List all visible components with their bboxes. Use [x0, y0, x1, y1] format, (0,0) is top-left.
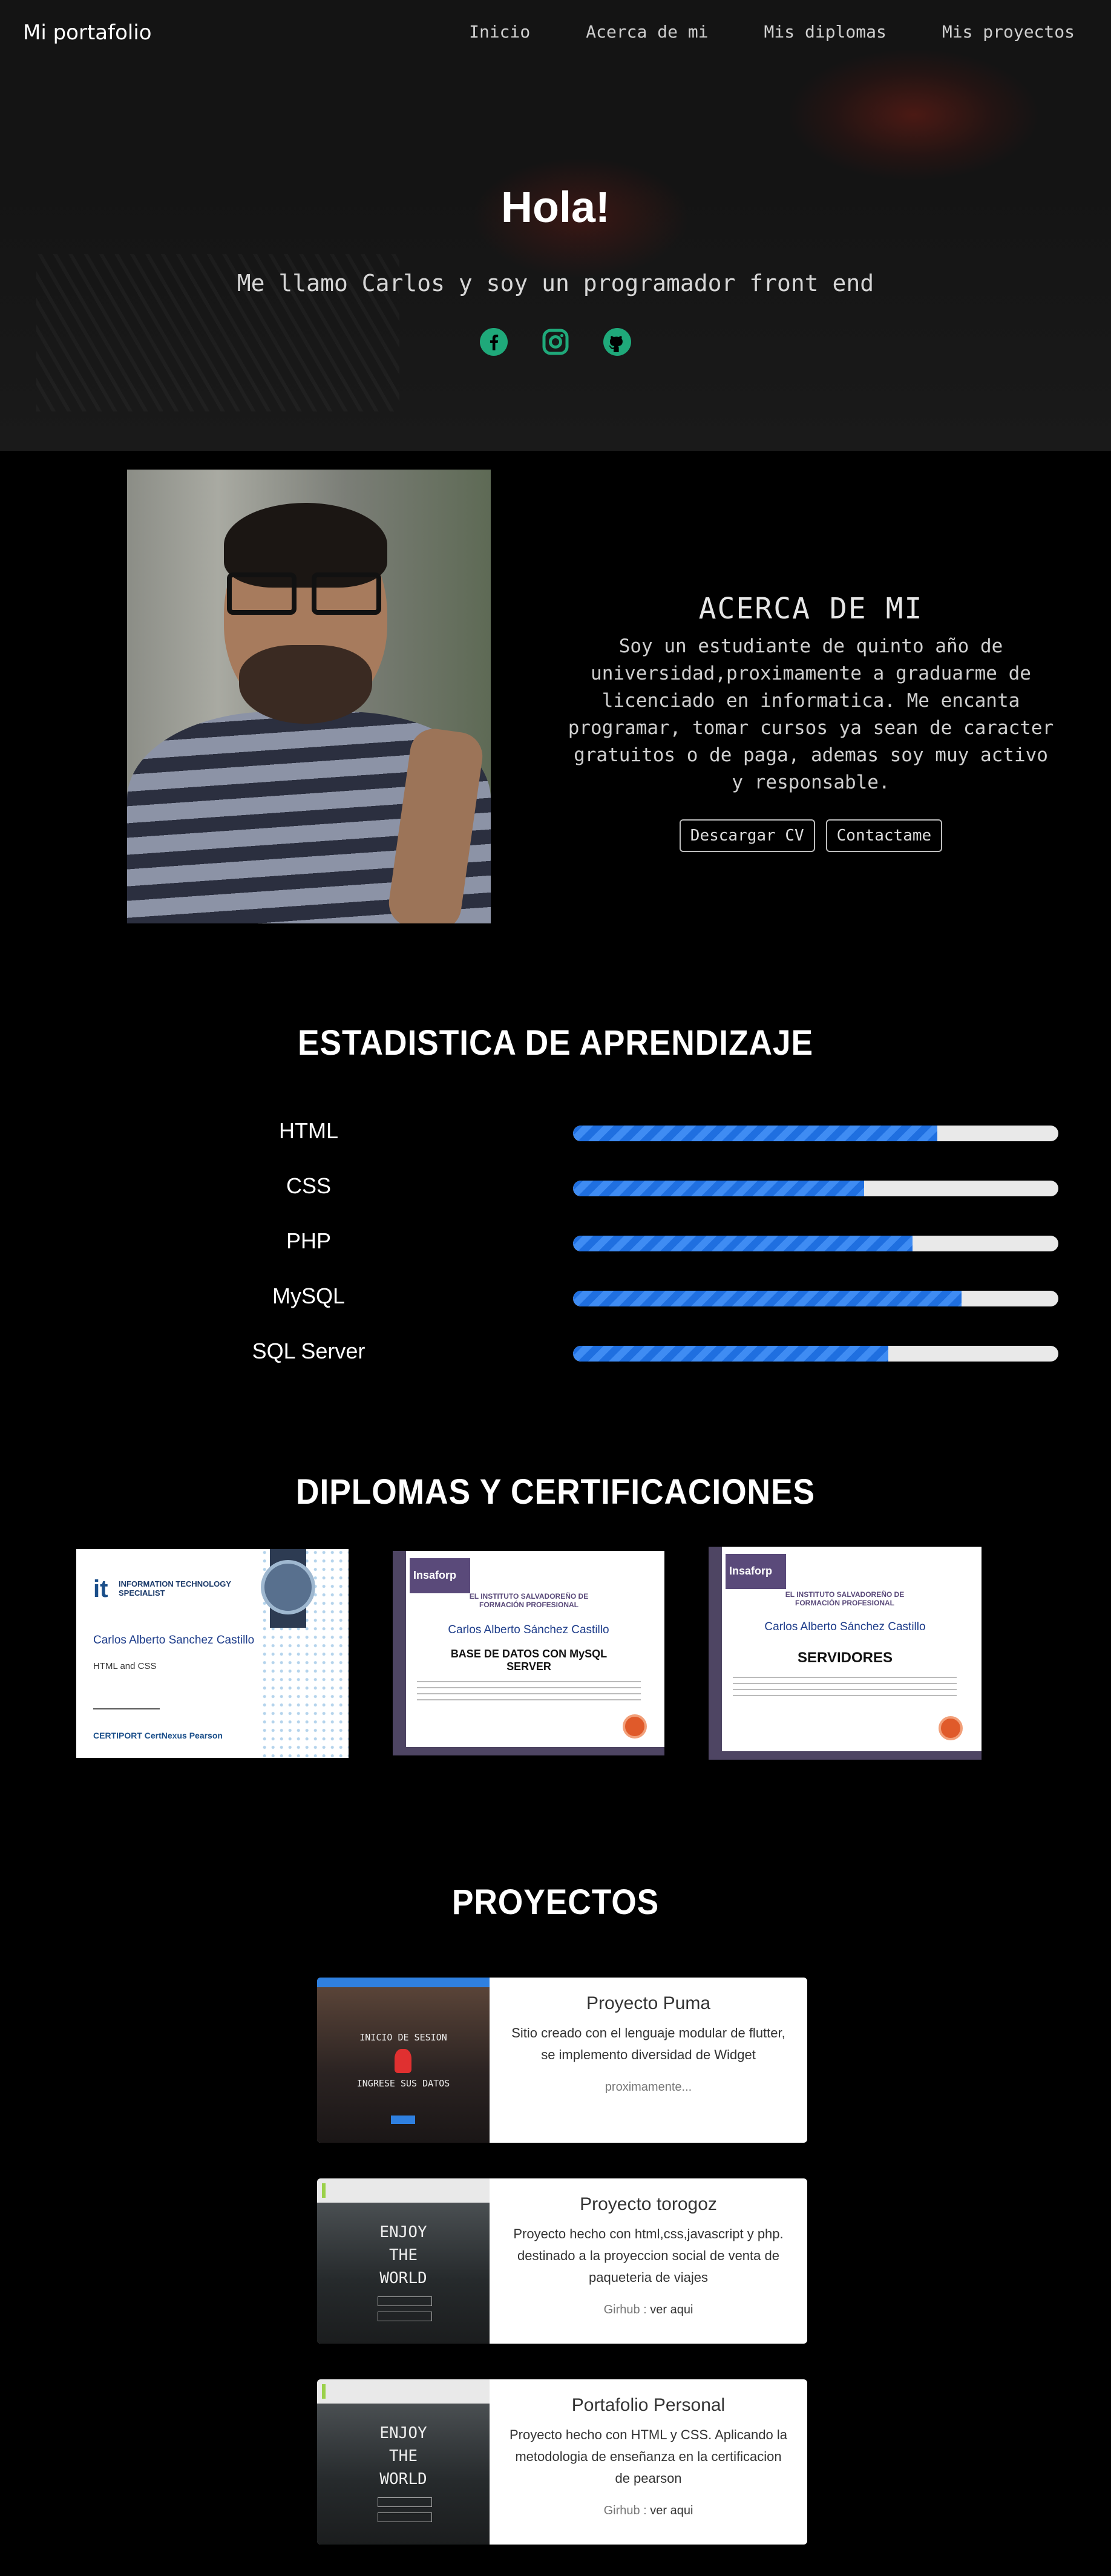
- projects-title: PROYECTOS: [451, 1883, 660, 1922]
- project-card: ENJOY THE WORLD Proyecto torogoz Proyect…: [317, 2178, 807, 2344]
- about-section: ACERCA DE MI Soy un estudiante de quinto…: [563, 592, 1059, 852]
- social-links: [0, 327, 1111, 357]
- hero-title: Hola!: [501, 183, 610, 232]
- skill-bar-fill: [573, 1126, 937, 1141]
- thumb-line: WORLD: [379, 2269, 427, 2287]
- project-title: Portafolio Personal: [571, 2395, 726, 2415]
- project-description: Proyecto hecho con HTML y CSS. Aplicando…: [510, 2427, 787, 2486]
- skill-label: CSS: [286, 1173, 332, 1198]
- skills-list: HTML CSS PHP MySQL SQL Server: [0, 1112, 1111, 1388]
- skill-row: CSS: [0, 1167, 1111, 1222]
- skill-bar: [573, 1291, 1058, 1306]
- skill-row: SQL Server: [0, 1332, 1111, 1388]
- navbar: Mi portafolio Inicio Acerca de mi Mis di…: [0, 0, 1111, 67]
- diploma-footer: CERTIPORT CertNexus Pearson: [93, 1731, 223, 1740]
- diploma-card[interactable]: it INFORMATION TECHNOLOGY SPECIALIST Car…: [76, 1549, 349, 1758]
- nav-link-inicio[interactable]: Inicio: [469, 22, 530, 42]
- stats-title: ESTADISTICA DE APRENDIZAJE: [297, 1023, 814, 1063]
- diploma-org: Insaforp: [410, 1558, 470, 1593]
- skill-bar-fill: [573, 1181, 865, 1196]
- skill-row: MySQL: [0, 1277, 1111, 1332]
- skill-bar: [573, 1346, 1058, 1362]
- diploma-card[interactable]: Insaforp EL INSTITUTO SALVADOREÑO DE FOR…: [709, 1547, 982, 1760]
- project-link-prefix: Girhub :: [603, 2303, 651, 2316]
- project-link-prefix: Girhub :: [603, 2504, 651, 2517]
- project-description: Sitio creado con el lenguaje modular de …: [511, 2025, 785, 2062]
- thumb-line: ENJOY: [379, 2223, 427, 2241]
- thumb-line: WORLD: [379, 2470, 427, 2488]
- nav-link-diplomas[interactable]: Mis diplomas: [764, 22, 887, 42]
- project-link[interactable]: ver aqui: [650, 2504, 693, 2517]
- diploma-subject: HTML and CSS: [93, 1661, 157, 1671]
- project-link: proximamente...: [605, 2080, 692, 2094]
- instagram-icon[interactable]: [540, 327, 571, 357]
- project-card: INICIO DE SESION INGRESE SUS DATOS Proye…: [317, 1978, 807, 2143]
- skill-bar: [573, 1126, 1058, 1141]
- diploma-course: SERVIDORES: [798, 1650, 893, 1666]
- skill-label: HTML: [279, 1118, 338, 1143]
- project-description: Proyecto hecho con html,css,javascript y…: [513, 2226, 784, 2285]
- thumb-line: THE: [389, 2246, 418, 2264]
- diploma-header: INFORMATION TECHNOLOGY SPECIALIST: [119, 1579, 231, 1598]
- hero-section: Hola! Me llamo Carlos y soy un programad…: [0, 0, 1111, 451]
- github-icon[interactable]: [602, 327, 632, 357]
- diploma-header: EL INSTITUTO SALVADOREÑO DE FORMACIÓN PR…: [469, 1592, 589, 1609]
- diploma-name: Carlos Alberto Sánchez Castillo: [448, 1624, 609, 1636]
- hero-subtitle: Me llamo Carlos y soy un programador fro…: [237, 270, 874, 297]
- skill-label: PHP: [286, 1228, 332, 1253]
- thumb-line: INICIO DE SESION: [359, 2032, 447, 2043]
- skill-bar-fill: [573, 1346, 889, 1362]
- skill-bar: [573, 1236, 1058, 1251]
- project-card: ENJOY THE WORLD Portafolio Personal Proy…: [317, 2379, 807, 2545]
- thumb-line: INGRESE SUS DATOS: [356, 2078, 450, 2089]
- about-text: Soy un estudiante de quinto año de unive…: [568, 635, 1054, 793]
- diploma-name: Carlos Alberto Sánchez Castillo: [764, 1621, 926, 1633]
- project-thumbnail: ENJOY THE WORLD: [317, 2379, 490, 2545]
- project-thumbnail: INICIO DE SESION INGRESE SUS DATOS: [317, 1978, 490, 2143]
- thumb-line: ENJOY: [379, 2424, 427, 2442]
- about-title: ACERCA DE MI: [698, 592, 923, 626]
- diploma-card[interactable]: Insaforp EL INSTITUTO SALVADOREÑO DE FOR…: [393, 1551, 664, 1755]
- contact-button[interactable]: Contactame: [825, 819, 943, 852]
- project-thumbnail: ENJOY THE WORLD: [317, 2178, 490, 2344]
- brand-logo[interactable]: Mi portafolio: [23, 21, 152, 45]
- diploma-org: Insaforp: [726, 1554, 786, 1589]
- diploma-course: BASE DE DATOS CON MySQL SERVER: [450, 1648, 608, 1673]
- skill-label: MySQL: [272, 1283, 346, 1308]
- skill-bar-fill: [573, 1236, 913, 1251]
- hero-texture: [787, 48, 1041, 182]
- diplomas-title: DIPLOMAS Y CERTIFICACIONES: [295, 1472, 816, 1512]
- skill-bar: [573, 1181, 1058, 1196]
- project-title: Proyecto Puma: [586, 1993, 711, 2013]
- diploma-name: Carlos Alberto Sanchez Castillo: [93, 1634, 255, 1647]
- profile-photo: [127, 470, 491, 923]
- download-cv-button[interactable]: Descargar CV: [679, 819, 815, 852]
- nav-link-proyectos[interactable]: Mis proyectos: [942, 22, 1075, 42]
- skill-row: HTML: [0, 1112, 1111, 1167]
- nav-link-acerca[interactable]: Acerca de mi: [586, 22, 708, 42]
- thumb-line: THE: [389, 2447, 418, 2465]
- skill-label: SQL Server: [252, 1339, 365, 1363]
- nav-links: Inicio Acerca de mi Mis diplomas Mis pro…: [469, 22, 1075, 42]
- skill-bar-fill: [573, 1291, 962, 1306]
- project-link[interactable]: ver aqui: [650, 2303, 693, 2316]
- diploma-header: EL INSTITUTO SALVADOREÑO DE FORMACIÓN PR…: [785, 1590, 905, 1607]
- skill-row: PHP: [0, 1222, 1111, 1277]
- facebook-icon[interactable]: [479, 327, 509, 357]
- project-title: Proyecto torogoz: [580, 2194, 717, 2214]
